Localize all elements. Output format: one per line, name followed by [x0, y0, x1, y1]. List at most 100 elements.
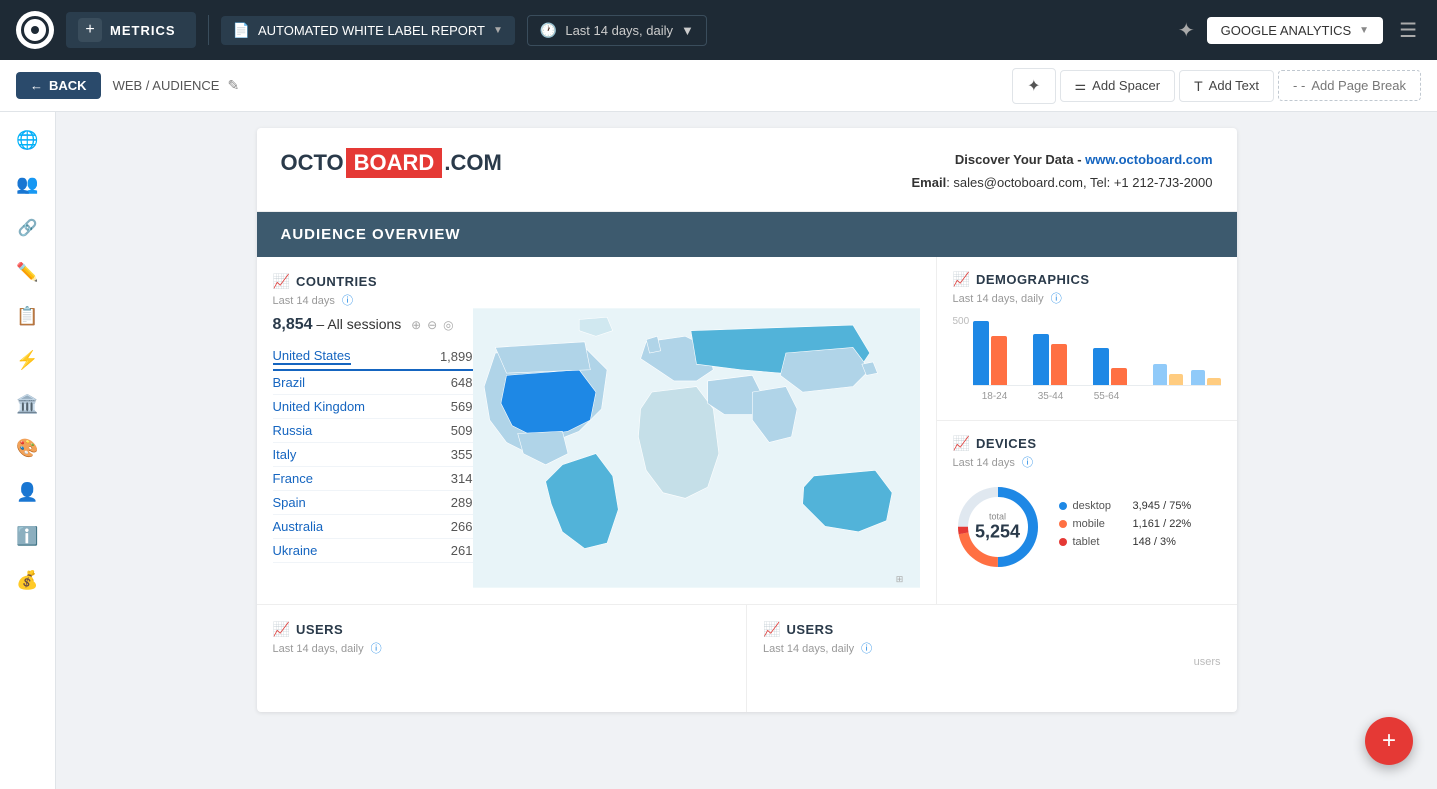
countries-trend-icon: 📈 — [273, 273, 290, 290]
locate-icon[interactable]: ◎ — [443, 318, 453, 332]
sidebar-item-design[interactable]: 🎨 — [8, 428, 48, 468]
analytics-chevron-icon: ▼ — [1359, 25, 1369, 36]
desktop-dot — [1059, 502, 1067, 510]
country-name[interactable]: Russia — [273, 423, 313, 438]
country-name[interactable]: Italy — [273, 447, 297, 462]
tablet-label: tablet — [1073, 536, 1123, 548]
minus-icon[interactable]: ⊖ — [427, 318, 437, 332]
tablet-value: 148 / 3% — [1133, 536, 1176, 548]
countries-info-icon: ⓘ — [342, 295, 353, 307]
report-name: AUTOMATED WHITE LABEL REPORT — [258, 23, 485, 38]
users1-subtitle: Last 14 days, daily ⓘ — [273, 640, 731, 656]
country-name[interactable]: France — [273, 471, 313, 486]
bar-group-55-64 — [1093, 348, 1127, 386]
country-name[interactable]: United States — [273, 348, 351, 365]
time-chevron-icon: ▼ — [681, 23, 694, 38]
main-layout: 🌐 👥 🔗 ✏️ 📋 ⚡ 🏛️ 🎨 👤 ℹ️ 💰 OCTO BOARD .COM… — [0, 112, 1437, 789]
mobile-label: mobile — [1073, 518, 1123, 530]
table-row: Spain 289 — [273, 491, 473, 515]
country-name[interactable]: United Kingdom — [273, 399, 366, 414]
analytics-selector[interactable]: GOOGLE ANALYTICS ▼ — [1207, 17, 1383, 44]
devices-content: total 5,254 desktop 3,945 / 75% — [953, 482, 1221, 572]
edit-icon[interactable]: ✎ — [227, 77, 239, 94]
audience-title: AUDIENCE OVERVIEW — [281, 226, 461, 243]
add-page-break-button[interactable]: - - Add Page Break — [1278, 70, 1421, 101]
spark-icon[interactable]: ✦ — [1178, 18, 1195, 43]
country-value: 1,899 — [440, 349, 473, 364]
demographics-chart: 500 — [953, 316, 1221, 406]
countries-subtitle: Last 14 days ⓘ — [273, 292, 920, 308]
content-area: OCTO BOARD .COM Discover Your Data - www… — [56, 112, 1437, 789]
report-selector[interactable]: 📄 AUTOMATED WHITE LABEL REPORT ▼ — [221, 16, 515, 45]
fab-plus-icon: + — [1382, 727, 1396, 755]
donut-chart: total 5,254 — [953, 482, 1043, 572]
bar-18-24-female — [991, 336, 1007, 386]
page-break-icon: - - — [1293, 78, 1305, 93]
desktop-value: 3,945 / 75% — [1133, 500, 1192, 512]
plus-icon[interactable]: ⊕ — [411, 318, 421, 332]
logo-button[interactable] — [16, 11, 54, 49]
devices-info-icon: ⓘ — [1022, 457, 1033, 469]
spacer-icon: ⚌ — [1075, 78, 1087, 94]
bar-35-44-male — [1033, 334, 1049, 386]
table-row: Brazil 648 — [273, 371, 473, 395]
report-card: OCTO BOARD .COM Discover Your Data - www… — [257, 128, 1237, 712]
country-name[interactable]: Spain — [273, 495, 306, 510]
bar-extra2-a — [1191, 370, 1205, 386]
users1-trend-icon: 📈 — [273, 621, 290, 638]
bar-55-64-male — [1093, 348, 1109, 386]
logo-icon — [21, 16, 49, 44]
sidebar-item-web[interactable]: 🌐 — [8, 120, 48, 160]
sidebar-item-edit[interactable]: ✏️ — [8, 252, 48, 292]
device-row-desktop: desktop 3,945 / 75% — [1059, 500, 1192, 512]
add-spacer-button[interactable]: ⚌ Add Spacer — [1060, 70, 1176, 102]
users1-info-icon: ⓘ — [371, 643, 382, 655]
country-name[interactable]: Australia — [273, 519, 324, 534]
add-text-button[interactable]: T Add Text — [1179, 70, 1274, 102]
clock-icon: 🕐 — [540, 22, 557, 39]
country-value: 266 — [451, 519, 473, 534]
add-page-break-label: Add Page Break — [1311, 78, 1406, 93]
nav-right-group: ✦ GOOGLE ANALYTICS ▼ ☰ — [1178, 14, 1421, 47]
sidebar-item-links[interactable]: 🔗 — [8, 208, 48, 248]
sidebar-item-library[interactable]: 🏛️ — [8, 384, 48, 424]
sidebar-item-reports[interactable]: 📋 — [8, 296, 48, 336]
analytics-label: GOOGLE ANALYTICS — [1221, 23, 1352, 38]
back-button[interactable]: ← BACK — [16, 72, 101, 99]
table-row: France 314 — [273, 467, 473, 491]
bottom-card-users-2: 📈 USERS Last 14 days, daily ⓘ users — [747, 605, 1237, 712]
demographics-title: DEMOGRAPHICS — [976, 272, 1090, 287]
back-label: BACK — [49, 78, 87, 93]
nav-divider-1 — [208, 15, 209, 45]
audience-section-header: AUDIENCE OVERVIEW — [257, 212, 1237, 257]
sidebar-item-flash[interactable]: ⚡ — [8, 340, 48, 380]
country-value: 648 — [451, 375, 473, 390]
country-name[interactable]: Brazil — [273, 375, 306, 390]
total-sessions-label: All sessions — [327, 316, 401, 332]
users1-chart-placeholder — [273, 656, 731, 696]
country-name[interactable]: Ukraine — [273, 543, 318, 558]
countries-section: 📈 COUNTRIES Last 14 days ⓘ 8,854 – All s… — [257, 257, 937, 604]
svg-text:⊞: ⊞ — [895, 574, 902, 584]
sidebar-item-billing[interactable]: 💰 — [8, 560, 48, 600]
table-row: Ukraine 261 — [273, 539, 473, 563]
sidebar-item-audience[interactable]: 👥 — [8, 164, 48, 204]
sub-header: ← BACK WEB / AUDIENCE ✎ ✦ ⚌ Add Spacer T… — [0, 60, 1437, 112]
magic-button[interactable]: ✦ — [1012, 68, 1055, 104]
fab-button[interactable]: + — [1365, 717, 1413, 765]
total-value: 5,254 — [975, 521, 1020, 542]
plus-button[interactable]: + — [78, 18, 102, 42]
demo-info-icon: ⓘ — [1051, 293, 1062, 305]
chart-baseline — [973, 385, 1221, 386]
time-range-selector[interactable]: 🕐 Last 14 days, daily ▼ — [527, 15, 707, 46]
countries-split: 8,854 – All sessions ⊕ ⊖ ◎ United States… — [273, 308, 920, 588]
hamburger-icon[interactable]: ☰ — [1395, 14, 1421, 47]
devices-trend-icon: 📈 — [953, 435, 970, 452]
charts-grid: 📈 COUNTRIES Last 14 days ⓘ 8,854 – All s… — [257, 257, 1237, 604]
table-row: United Kingdom 569 — [273, 395, 473, 419]
right-column: 📈 DEMOGRAPHICS Last 14 days, daily ⓘ 500 — [937, 257, 1237, 604]
sidebar-item-info[interactable]: ℹ️ — [8, 516, 48, 556]
metrics-group: + METRICS — [66, 12, 196, 48]
sidebar-item-profile[interactable]: 👤 — [8, 472, 48, 512]
bar-group-extra2 — [1191, 370, 1221, 386]
